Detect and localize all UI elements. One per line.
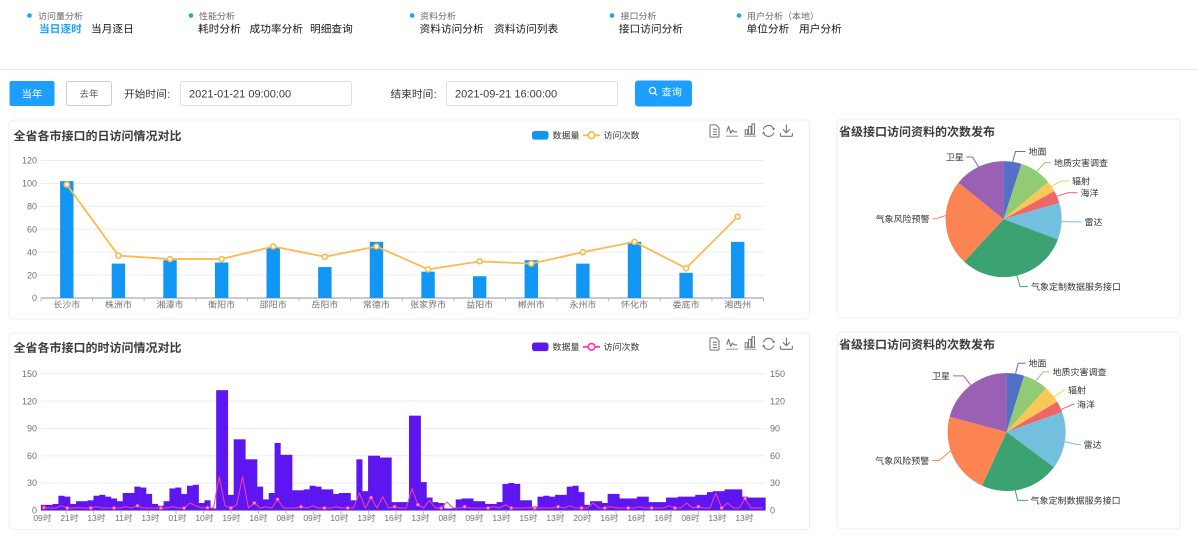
svg-text:16: 16 (654, 513, 664, 523)
svg-text:100: 100 (22, 179, 37, 189)
svg-text:16: 16 (384, 513, 394, 523)
svg-text:13: 13 (141, 513, 151, 523)
svg-text:60: 60 (27, 225, 37, 235)
svg-text:08: 08 (681, 513, 691, 523)
svg-text:30: 30 (27, 478, 37, 488)
svg-text:120: 120 (22, 396, 37, 406)
svg-text:13: 13 (708, 513, 718, 523)
svg-text:13: 13 (87, 513, 97, 523)
svg-text:16: 16 (627, 513, 637, 523)
svg-text:90: 90 (770, 424, 780, 434)
svg-text:150: 150 (770, 369, 785, 379)
svg-text:20: 20 (27, 270, 37, 280)
svg-text:11: 11 (115, 513, 124, 523)
svg-text:08: 08 (438, 513, 448, 523)
svg-text:13: 13 (735, 513, 745, 523)
svg-text:10: 10 (330, 513, 340, 523)
svg-text:2021-09-21 16:00:00: 2021-09-21 16:00:00 (455, 89, 557, 101)
svg-text:13: 13 (357, 513, 367, 523)
svg-text:21: 21 (60, 513, 70, 523)
svg-text:40: 40 (27, 247, 37, 257)
svg-text:20: 20 (573, 513, 583, 523)
svg-text:120: 120 (770, 396, 785, 406)
svg-text:2021-01-21 09:00:00: 2021-01-21 09:00:00 (189, 89, 291, 101)
svg-text:08: 08 (276, 513, 286, 523)
svg-text:120: 120 (22, 156, 37, 166)
svg-text:150: 150 (22, 369, 37, 379)
svg-text:09: 09 (33, 513, 43, 523)
svg-text:09: 09 (465, 513, 475, 523)
svg-text:60: 60 (27, 451, 37, 461)
svg-text::: : (167, 89, 170, 101)
svg-text:01: 01 (168, 513, 178, 523)
svg-text:10: 10 (195, 513, 205, 523)
svg-text:13: 13 (546, 513, 556, 523)
svg-text::: : (434, 89, 437, 101)
svg-text:09: 09 (303, 513, 313, 523)
svg-text:16: 16 (600, 513, 610, 523)
svg-text:13: 13 (411, 513, 421, 523)
svg-text:15: 15 (519, 513, 529, 523)
svg-text:80: 80 (27, 202, 37, 212)
svg-text:30: 30 (770, 478, 780, 488)
svg-text:13: 13 (492, 513, 502, 523)
svg-text:16: 16 (249, 513, 259, 523)
svg-text:90: 90 (27, 424, 37, 434)
svg-text:0: 0 (770, 506, 775, 516)
svg-text:19: 19 (222, 513, 232, 523)
svg-text:0: 0 (32, 293, 37, 303)
svg-text:60: 60 (770, 451, 780, 461)
